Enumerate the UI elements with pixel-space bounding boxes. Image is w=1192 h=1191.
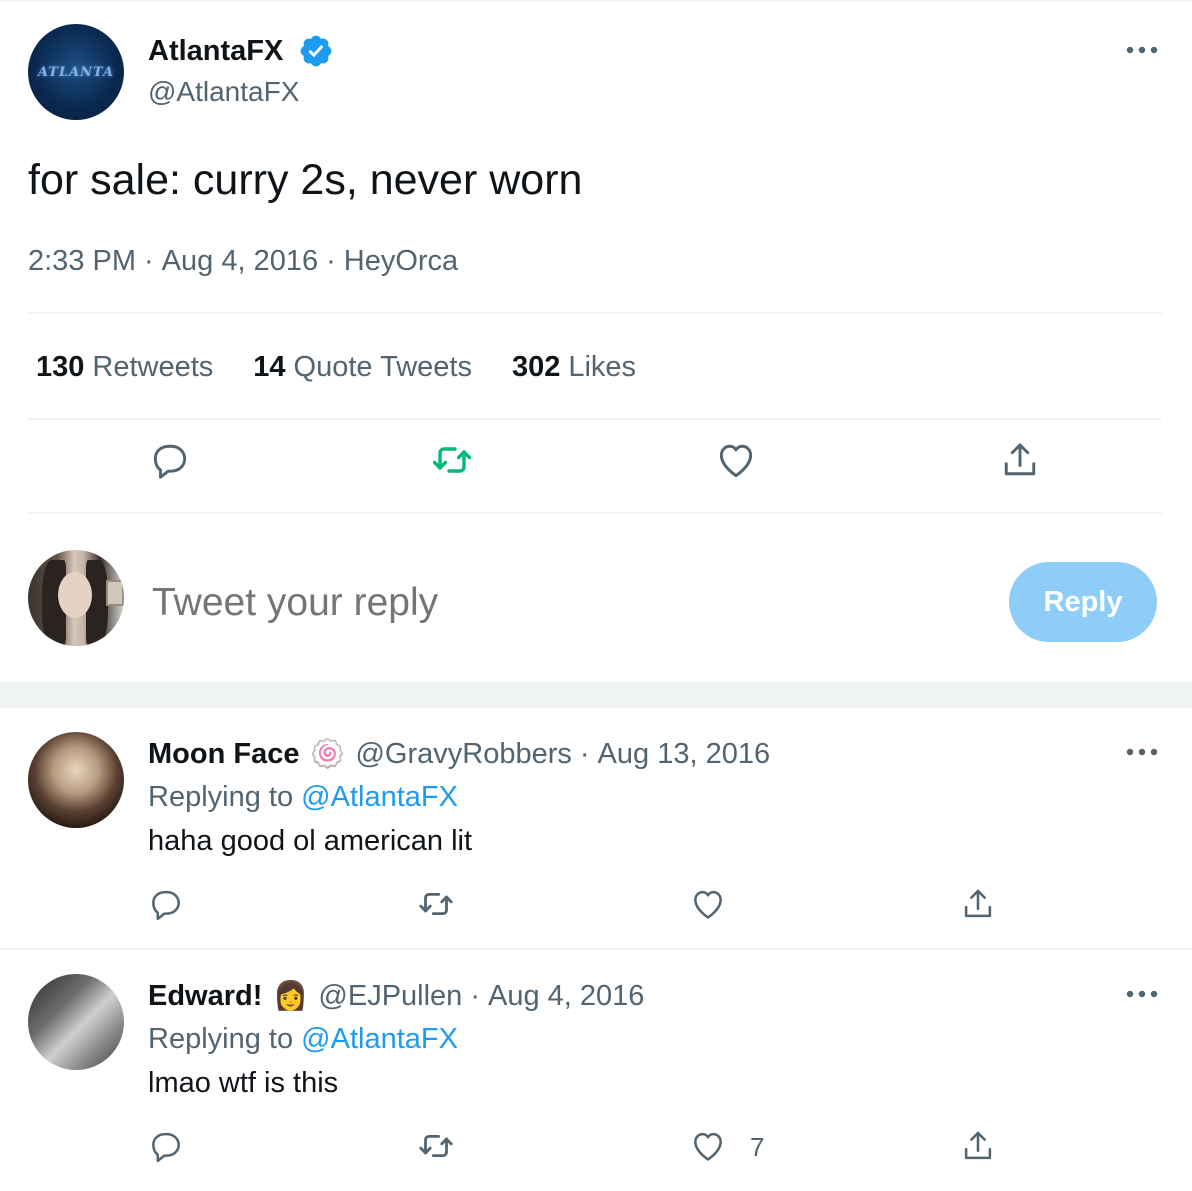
more-options-icon[interactable] (1120, 738, 1164, 766)
tweet-date[interactable]: Aug 4, 2016 (162, 245, 318, 277)
reply-tweet[interactable]: Moon Face 🍥 @GravyRobbers · Aug 13, 2016… (0, 708, 1192, 948)
replying-to: Replying to @AtlantaFX (148, 1022, 458, 1056)
retweets-label: Retweets (92, 351, 214, 383)
divider (28, 312, 1162, 314)
share-icon[interactable] (954, 1122, 1002, 1170)
reply-icon[interactable] (146, 436, 194, 484)
retweets-count: 130 (36, 351, 85, 383)
quotes-label: Quote Tweets (293, 351, 472, 383)
reply-display-name[interactable]: Edward! (148, 979, 262, 1013)
author-avatar[interactable]: ATLANTA (28, 24, 124, 120)
reply-badge-icon: 🍥 (310, 738, 345, 769)
likes-label: Likes (568, 351, 637, 383)
reply-button[interactable]: Reply (1009, 562, 1157, 642)
more-options-icon[interactable] (1120, 36, 1164, 64)
like-count: 7 (750, 1132, 765, 1162)
share-icon[interactable] (996, 436, 1044, 484)
replying-to: Replying to @AtlantaFX (148, 780, 458, 814)
top-border (0, 0, 1192, 2)
retweet-icon[interactable] (412, 1122, 460, 1170)
reply-tweet[interactable]: Edward! 👩 @EJPullen · Aug 4, 2016 Replyi… (0, 950, 1192, 1191)
meta-separator: · (326, 245, 336, 277)
reply-icon[interactable] (142, 880, 190, 928)
tweet-time[interactable]: 2:33 PM (28, 245, 136, 277)
tweet-thread-page: ATLANTA AtlantaFX @AtlantaFX for sale: c… (0, 0, 1192, 1191)
more-options-icon[interactable] (1120, 980, 1164, 1008)
meta-separator: · (144, 245, 154, 277)
like-icon[interactable] (684, 880, 732, 928)
reply-text: lmao wtf is this (148, 1067, 339, 1099)
author-display-name[interactable]: AtlantaFX (148, 34, 283, 68)
section-separator (0, 682, 1192, 708)
likes-stat[interactable]: 302 Likes (512, 350, 636, 384)
replying-prefix: Replying to (148, 781, 294, 813)
like-icon[interactable] (684, 1122, 732, 1170)
reply-avatar[interactable] (28, 974, 124, 1070)
reply-input[interactable] (152, 580, 952, 626)
reply-text: haha good ol american lit (148, 825, 473, 857)
quotes-count: 14 (253, 351, 286, 383)
verified-badge-icon (298, 33, 334, 69)
quote-tweets-stat[interactable]: 14 Quote Tweets (253, 350, 472, 384)
reply-icon[interactable] (142, 1122, 190, 1170)
replying-mention-link[interactable]: @AtlantaFX (301, 1023, 458, 1055)
share-icon[interactable] (954, 880, 1002, 928)
like-icon[interactable] (712, 436, 760, 484)
likes-count: 302 (511, 351, 561, 383)
divider (28, 512, 1162, 514)
reply-dot: · (470, 980, 480, 1012)
tweet-action-bar (0, 436, 1192, 496)
reply-date[interactable]: Aug 13, 2016 (598, 737, 771, 771)
author-handle[interactable]: @AtlantaFX (148, 76, 299, 108)
reply-date[interactable]: Aug 4, 2016 (488, 979, 644, 1013)
tweet-stats: 130 Retweets 14 Quote Tweets 302 Likes (36, 350, 676, 384)
reply-header: Edward! 👩 @EJPullen · Aug 4, 2016 (148, 978, 644, 1014)
replying-prefix: Replying to (148, 1023, 294, 1055)
reply-handle[interactable]: @GravyRobbers (355, 737, 571, 771)
current-user-avatar[interactable] (28, 550, 124, 646)
reply-badge-icon: 👩 (272, 980, 308, 1011)
reply-handle[interactable]: @EJPullen (318, 979, 462, 1013)
reply-header: Moon Face 🍥 @GravyRobbers · Aug 13, 2016 (148, 736, 770, 772)
reply-display-name[interactable]: Moon Face (148, 737, 299, 771)
reply-dot: · (579, 738, 590, 770)
replying-mention-link[interactable]: @AtlantaFX (301, 781, 458, 813)
reply-action-bar (0, 880, 1192, 940)
retweets-stat[interactable]: 130 Retweets (36, 350, 213, 384)
divider (28, 418, 1162, 420)
tweet-meta: 2:33 PM · Aug 4, 2016 · HeyOrca (28, 244, 458, 278)
reply-action-bar: 7 (0, 1122, 1192, 1182)
tweet-source[interactable]: HeyOrca (344, 245, 458, 277)
tweet-text: for sale: curry 2s, never worn (28, 156, 583, 204)
retweet-icon[interactable] (428, 436, 476, 484)
reply-avatar[interactable] (28, 732, 124, 828)
retweet-icon[interactable] (412, 880, 460, 928)
avatar-logo-text: ATLANTA (37, 64, 115, 80)
